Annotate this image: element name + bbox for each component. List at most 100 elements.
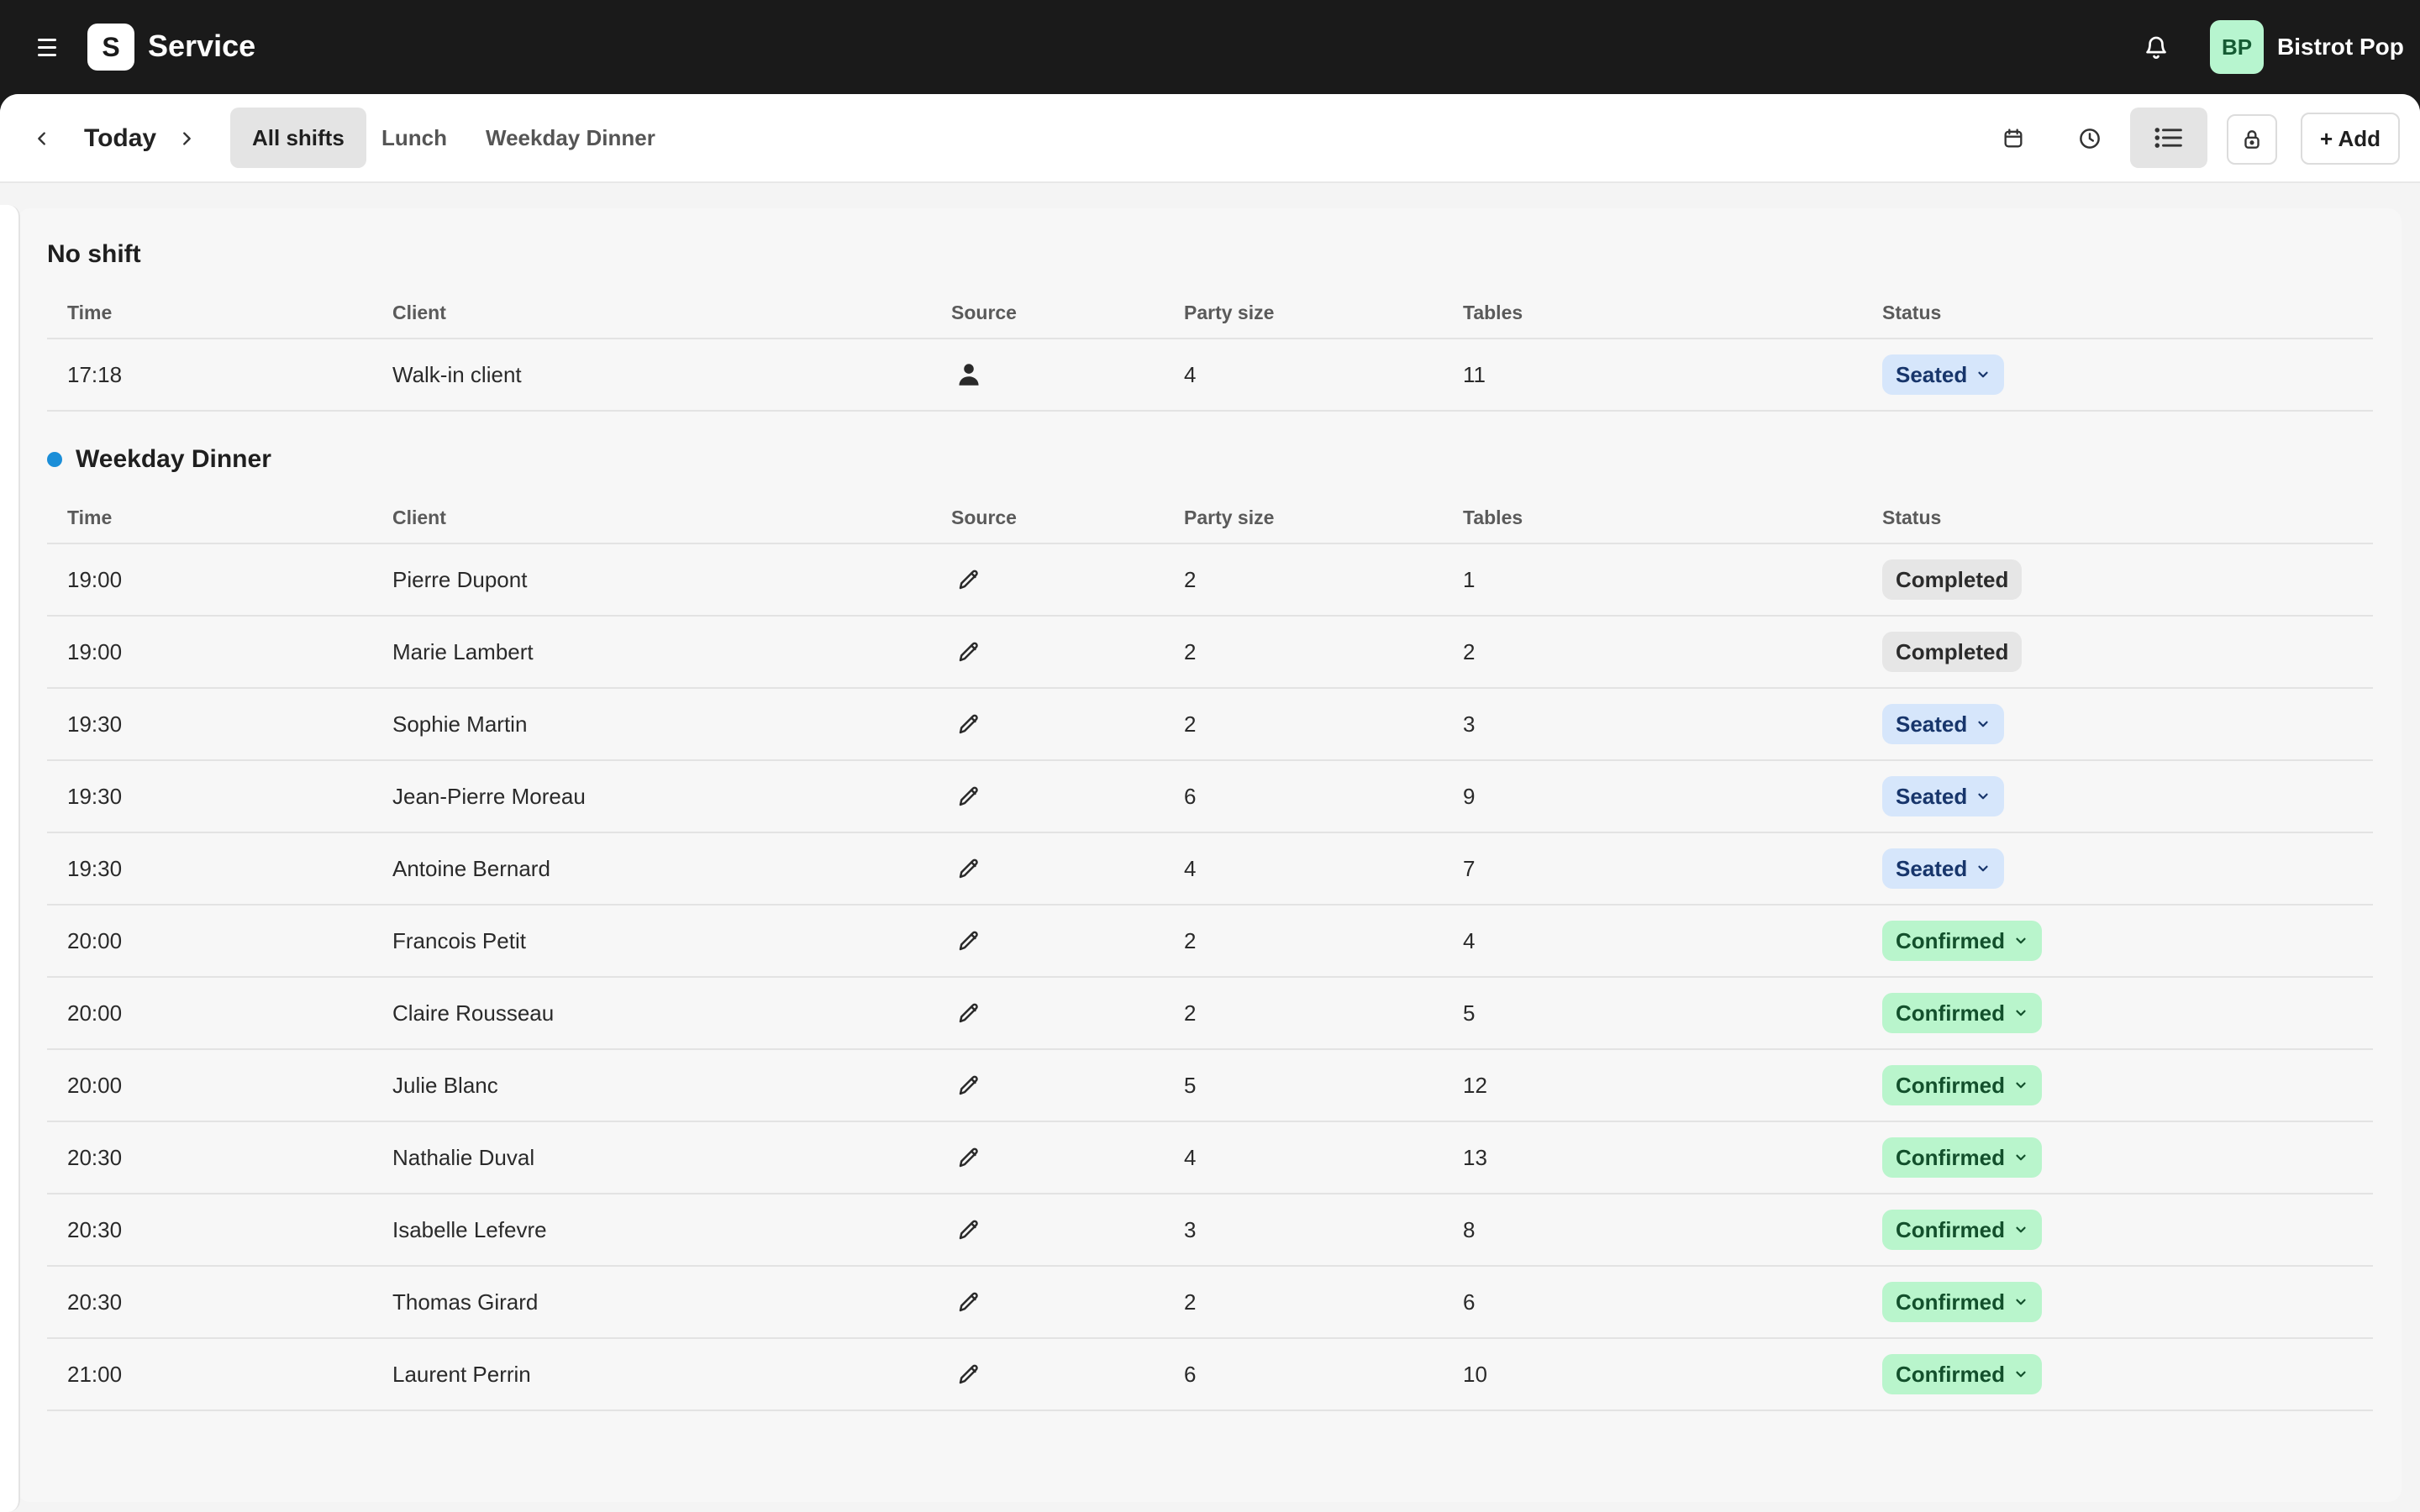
client-name[interactable]: Jean-Pierre Moreau: [392, 784, 951, 810]
column-header-tables: Tables: [1463, 506, 1523, 528]
reservation-time: 19:00: [67, 638, 123, 664]
previous-day-button[interactable]: [25, 122, 59, 155]
reservation-time: 17:18: [67, 361, 123, 387]
client-name[interactable]: Isabelle Lefevre: [392, 1217, 951, 1243]
pencil-icon: [955, 1360, 983, 1389]
tab-weekday-dinner[interactable]: Weekday Dinner: [464, 108, 677, 168]
status-cell: Confirmed: [1882, 921, 2393, 961]
status-cell: Seated: [1882, 704, 2393, 744]
status-badge[interactable]: Confirmed: [1882, 1137, 2042, 1178]
source-cell: [951, 1215, 1184, 1244]
table-row[interactable]: 17:18 Walk-in client 4 11 Seated: [47, 339, 2373, 412]
table-row[interactable]: 19:30 Antoine Bernard 4 7 Seated: [47, 833, 2373, 906]
table-row[interactable]: 21:00 Laurent Perrin 6 10 Confirmed: [47, 1339, 2373, 1411]
reservation-time: 20:00: [67, 1072, 123, 1098]
status-cell: Confirmed: [1882, 993, 2393, 1033]
pencil-icon: [955, 1071, 983, 1100]
table-row[interactable]: 19:30 Sophie Martin 2 3 Seated: [47, 689, 2373, 761]
client-name[interactable]: Claire Rousseau: [392, 1000, 951, 1026]
status-badge[interactable]: Confirmed: [1882, 1282, 2042, 1322]
lock-button[interactable]: [2227, 114, 2277, 165]
bell-icon[interactable]: [2139, 30, 2173, 64]
no-shift-table: Time Client Source Party size Tables Sta…: [47, 287, 2373, 412]
next-day-button[interactable]: [170, 122, 203, 155]
column-header-party-size: Party size: [1184, 506, 1275, 528]
timeline-view-button[interactable]: [2064, 113, 2116, 165]
side-panel-edge[interactable]: [0, 205, 20, 1512]
table-number: 10: [1463, 1361, 1487, 1387]
party-size: 2: [1184, 711, 1197, 737]
chevron-down-icon: [1975, 367, 1991, 382]
status-badge[interactable]: Seated: [1882, 354, 2005, 395]
source-cell: [951, 710, 1184, 738]
table-number: 11: [1463, 361, 1486, 387]
status-badge[interactable]: Confirmed: [1882, 993, 2042, 1033]
table-row[interactable]: 19:00 Pierre Dupont 2 1 Completed: [47, 544, 2373, 617]
party-size: 2: [1184, 566, 1197, 592]
pencil-icon: [955, 1288, 983, 1316]
pencil-icon: [955, 1215, 983, 1244]
client-name[interactable]: Francois Petit: [392, 928, 951, 954]
lock-icon: [2244, 130, 2260, 149]
status-badge[interactable]: Confirmed: [1882, 1065, 2042, 1105]
client-name[interactable]: Julie Blanc: [392, 1073, 951, 1099]
status-cell: Confirmed: [1882, 1137, 2393, 1178]
status-badge[interactable]: Seated: [1882, 776, 2005, 816]
status-cell: Completed: [1882, 559, 2393, 600]
table-header: Time Client Source Party size Tables Sta…: [47, 287, 2373, 339]
pencil-icon: [955, 927, 983, 955]
client-name[interactable]: Sophie Martin: [392, 711, 951, 738]
status-badge[interactable]: Confirmed: [1882, 1210, 2042, 1250]
party-size: 4: [1184, 855, 1197, 881]
client-name[interactable]: Laurent Perrin: [392, 1362, 951, 1388]
tab-all-shifts[interactable]: All shifts: [230, 108, 366, 168]
calendar-view-button[interactable]: [1987, 113, 2039, 165]
column-header-party-size: Party size: [1184, 301, 1275, 323]
table-row[interactable]: 20:00 Francois Petit 2 4 Confirmed: [47, 906, 2373, 978]
chevron-down-icon: [2013, 1294, 2028, 1310]
avatar[interactable]: BP: [2210, 20, 2264, 74]
client-name[interactable]: Antoine Bernard: [392, 856, 951, 882]
list-view-button[interactable]: [2130, 108, 2207, 168]
pencil-icon: [955, 782, 983, 811]
status-cell: Seated: [1882, 848, 2393, 889]
tab-lunch[interactable]: Lunch: [360, 108, 469, 168]
pencil-icon: [955, 638, 983, 666]
client-name[interactable]: Marie Lambert: [392, 639, 951, 665]
table-number: 2: [1463, 638, 1476, 664]
source-cell: [951, 782, 1184, 811]
status-label: Seated: [1896, 855, 1968, 881]
clock-icon: [2080, 129, 2100, 149]
reservation-time: 20:30: [67, 1289, 123, 1315]
status-badge[interactable]: Seated: [1882, 704, 2005, 744]
status-badge[interactable]: Confirmed: [1882, 921, 2042, 961]
status-badge[interactable]: Confirmed: [1882, 1354, 2042, 1394]
status-badge[interactable]: Seated: [1882, 848, 2005, 889]
add-button[interactable]: + Add: [2301, 113, 2400, 165]
table-row[interactable]: 20:30 Isabelle Lefevre 3 8 Confirmed: [47, 1194, 2373, 1267]
table-row[interactable]: 20:00 Julie Blanc 5 12 Confirmed: [47, 1050, 2373, 1122]
client-name[interactable]: Walk-in client: [392, 362, 951, 388]
source-cell: [951, 565, 1184, 594]
source-cell: [951, 999, 1184, 1027]
date-label[interactable]: Today: [84, 124, 156, 153]
hamburger-menu-icon[interactable]: [30, 30, 64, 64]
table-row[interactable]: 20:00 Claire Rousseau 2 5 Confirmed: [47, 978, 2373, 1050]
weekday-dinner-table: Time Client Source Party size Tables Sta…: [47, 492, 2373, 1411]
client-name[interactable]: Pierre Dupont: [392, 567, 951, 593]
column-header-time: Time: [67, 301, 113, 323]
client-name[interactable]: Nathalie Duval: [392, 1145, 951, 1171]
source-cell: [951, 927, 1184, 955]
client-name[interactable]: Thomas Girard: [392, 1289, 951, 1315]
table-row[interactable]: 20:30 Thomas Girard 2 6 Confirmed: [47, 1267, 2373, 1339]
table-row[interactable]: 19:00 Marie Lambert 2 2 Completed: [47, 617, 2373, 689]
table-row[interactable]: 20:30 Nathalie Duval 4 13 Confirmed: [47, 1122, 2373, 1194]
status-cell: Seated: [1882, 776, 2393, 816]
table-number: 12: [1463, 1072, 1487, 1098]
venue-name[interactable]: Bistrot Pop: [2277, 34, 2404, 60]
reservation-time: 20:00: [67, 927, 123, 953]
party-size: 6: [1184, 783, 1197, 809]
list-icon: [2154, 128, 2182, 148]
table-number: 7: [1463, 855, 1476, 881]
table-row[interactable]: 19:30 Jean-Pierre Moreau 6 9 Seated: [47, 761, 2373, 833]
